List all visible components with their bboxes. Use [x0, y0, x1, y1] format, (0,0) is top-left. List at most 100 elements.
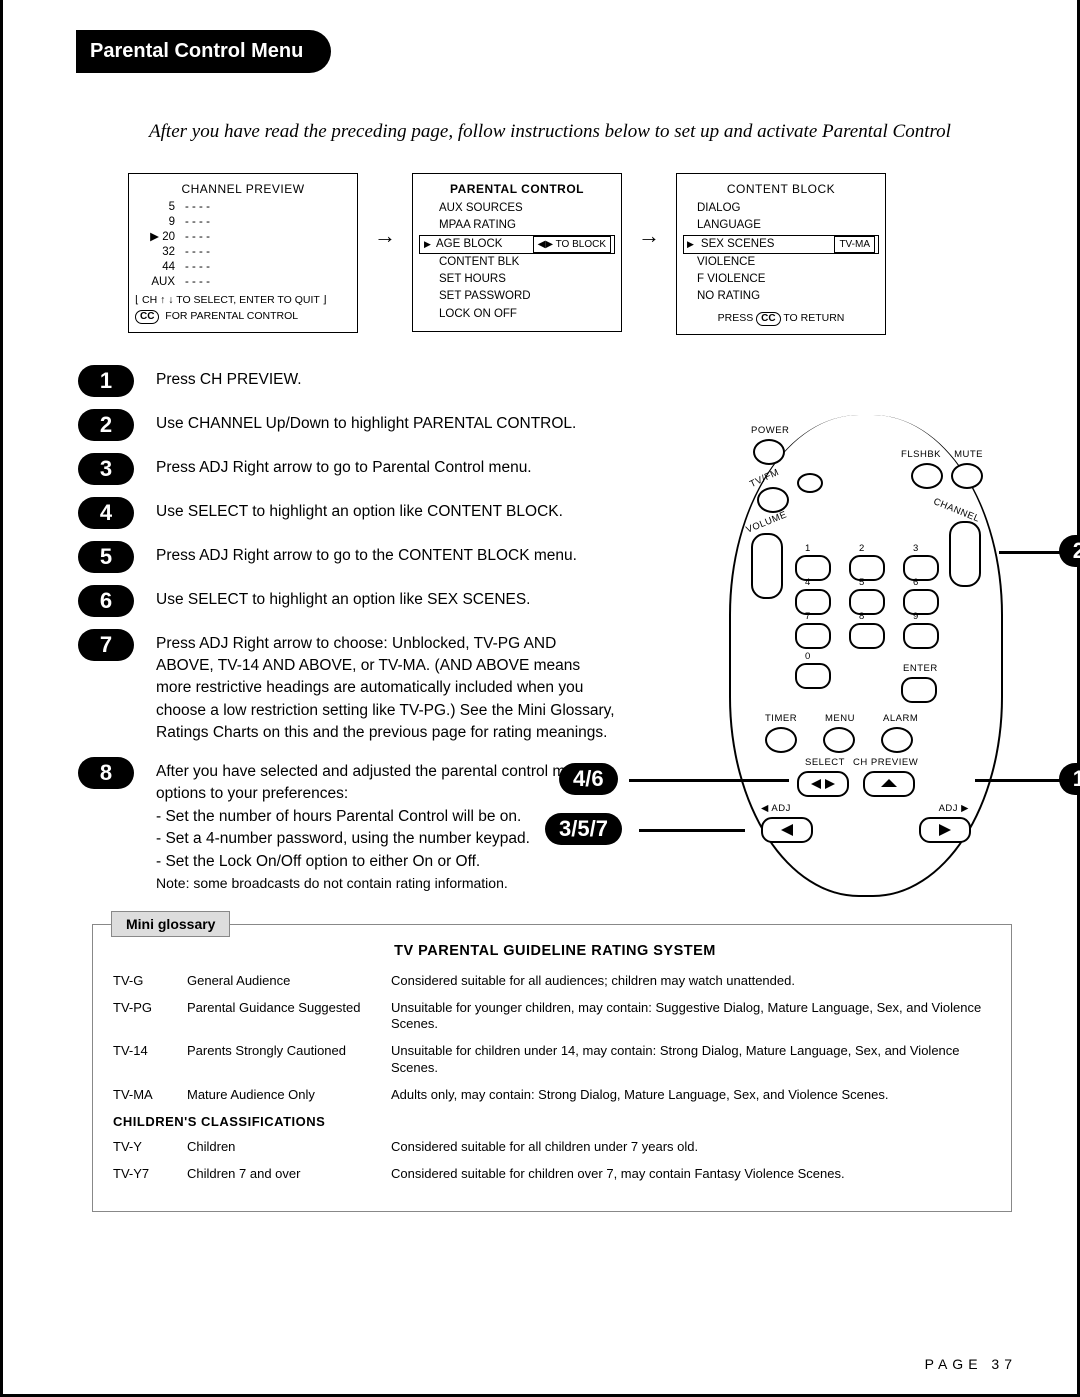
- adj-right-button[interactable]: [919, 817, 971, 843]
- step-number: 5: [78, 541, 134, 573]
- step-text: Use SELECT to highlight an option like C…: [156, 497, 563, 523]
- volume-label: VOLUME: [745, 509, 789, 535]
- parental-control-item: LOCK ON OFF: [419, 306, 615, 323]
- channel-preview-box: CHANNEL PREVIEW 5- - - -9- - - -▶ 20- - …: [128, 173, 358, 333]
- content-block-item: F VIOLENCE: [683, 271, 879, 288]
- timer-label: TIMER: [765, 713, 797, 724]
- callout-line: [639, 829, 745, 832]
- callout-line: [999, 551, 1061, 554]
- keypad-label: 6: [913, 577, 919, 588]
- channel-preview-row: AUX- - - -: [135, 275, 351, 290]
- alarm-label: ALARM: [883, 713, 918, 724]
- select-label: SELECT: [805, 757, 845, 768]
- callout-2: 2: [1059, 535, 1080, 567]
- cc-button[interactable]: [797, 473, 823, 493]
- remote-illustration: POWER FLSHBK MUTE TV/FM VOLUME CHANNEL E…: [649, 415, 1059, 915]
- glossary-row: TV-Y7Children 7 and overConsidered suita…: [113, 1166, 997, 1183]
- cb-footer: PRESS CC TO RETURN: [683, 312, 879, 326]
- parental-control-title: PARENTAL CONTROL: [419, 182, 615, 196]
- mini-glossary: Mini glossary TV PARENTAL GUIDELINE RATI…: [92, 924, 1012, 1212]
- timer-button[interactable]: [765, 727, 797, 753]
- channel-preview-row: 44- - - -: [135, 260, 351, 275]
- keypad-3-button[interactable]: [903, 555, 939, 581]
- menu-button[interactable]: [823, 727, 855, 753]
- step-number: 1: [78, 365, 134, 397]
- content-block-box: CONTENT BLOCK DIALOGLANGUAGESEX SCENESTV…: [676, 173, 886, 335]
- keypad-label: 3: [913, 543, 919, 554]
- parental-control-item: CONTENT BLK: [419, 254, 615, 271]
- alarm-button[interactable]: [881, 727, 913, 753]
- keypad-9-button[interactable]: [903, 623, 939, 649]
- channel-preview-title: CHANNEL PREVIEW: [135, 182, 351, 196]
- power-button[interactable]: [753, 439, 785, 465]
- content-block-item: LANGUAGE: [683, 217, 879, 234]
- step-text: Press CH PREVIEW.: [156, 365, 302, 391]
- mute-button[interactable]: [951, 463, 983, 489]
- intro-text: After you have read the preceding page, …: [98, 121, 1002, 143]
- glossary-row: TV-14Parents Strongly CautionedUnsuitabl…: [113, 1043, 997, 1077]
- keypad-2-button[interactable]: [849, 555, 885, 581]
- channel-rocker[interactable]: [949, 521, 981, 587]
- power-label: POWER: [751, 425, 789, 436]
- channel-label: CHANNEL: [932, 496, 981, 525]
- glossary-row: TV-YChildrenConsidered suitable for all …: [113, 1139, 997, 1156]
- step-number: 7: [78, 629, 134, 661]
- parental-control-item: MPAA RATING: [419, 217, 615, 234]
- select-button[interactable]: [797, 771, 849, 797]
- content-block-title: CONTENT BLOCK: [683, 182, 879, 196]
- step-text: Press ADJ Right arrow to go to Parental …: [156, 453, 532, 479]
- keypad-label: 0: [805, 651, 811, 662]
- step-text: Press ADJ Right arrow to go to the CONTE…: [156, 541, 577, 567]
- glossary-row: TV-GGeneral AudienceConsidered suitable …: [113, 973, 997, 990]
- keypad-1-button[interactable]: [795, 555, 831, 581]
- arrow-icon: →: [638, 173, 660, 249]
- keypad-label: 5: [859, 577, 865, 588]
- content-block-item: DIALOG: [683, 200, 879, 217]
- parental-control-item: AUX SOURCES: [419, 200, 615, 217]
- keypad-4-button[interactable]: [795, 589, 831, 615]
- keypad-label: 1: [805, 543, 811, 554]
- adj-left-button[interactable]: [761, 817, 813, 843]
- enter-button[interactable]: [901, 677, 937, 703]
- glossary-tab: Mini glossary: [111, 911, 230, 937]
- parental-control-item: SET HOURS: [419, 271, 615, 288]
- channel-preview-row: 32- - - -: [135, 245, 351, 260]
- keypad-0-button[interactable]: [795, 663, 831, 689]
- keypad-label: 8: [859, 611, 865, 622]
- content-block-item: SEX SCENESTV-MA: [683, 235, 879, 254]
- enter-label: ENTER: [903, 663, 938, 674]
- keypad-label: 2: [859, 543, 865, 554]
- step-number: 2: [78, 409, 134, 441]
- chprev-foot2: CC FOR PARENTAL CONTROL: [135, 310, 351, 324]
- page-number: PAGE 37: [925, 1356, 1017, 1372]
- step-text: Use CHANNEL Up/Down to highlight PARENTA…: [156, 409, 576, 435]
- flashback-button[interactable]: [911, 463, 943, 489]
- menu-label: MENU: [825, 713, 855, 724]
- manual-page: Parental Control Menu After you have rea…: [0, 0, 1080, 1397]
- step-text: Use SELECT to highlight an option like S…: [156, 585, 531, 611]
- step-number: 8: [78, 757, 134, 789]
- adj-right-label: ADJ ▶: [939, 803, 969, 814]
- keypad-7-button[interactable]: [795, 623, 831, 649]
- adj-left-label: ◀ ADJ: [761, 803, 791, 814]
- step-number: 4: [78, 497, 134, 529]
- volume-rocker[interactable]: [751, 533, 783, 599]
- chpreview-button[interactable]: [863, 771, 915, 797]
- keypad-label: 4: [805, 577, 811, 588]
- keypad-5-button[interactable]: [849, 589, 885, 615]
- channel-preview-row: 5- - - -: [135, 200, 351, 215]
- page-title: Parental Control Menu: [76, 30, 331, 73]
- callout-46: 4/6: [559, 763, 618, 795]
- parental-control-box: PARENTAL CONTROL AUX SOURCESMPAA RATINGA…: [412, 173, 622, 332]
- glossary-row: TV-PGParental Guidance SuggestedUnsuitab…: [113, 1000, 997, 1034]
- instruction-step: 1 Press CH PREVIEW.: [78, 365, 1022, 397]
- keypad-6-button[interactable]: [903, 589, 939, 615]
- flshbk-label: FLSHBK: [901, 449, 941, 460]
- step-number: 6: [78, 585, 134, 617]
- osd-diagrams: CHANNEL PREVIEW 5- - - -9- - - -▶ 20- - …: [128, 173, 992, 335]
- glossary-subhead: CHILDREN'S CLASSIFICATIONS: [113, 1114, 997, 1129]
- arrow-icon: →: [374, 173, 396, 249]
- callout-line: [975, 779, 1061, 782]
- keypad-8-button[interactable]: [849, 623, 885, 649]
- keypad-label: 9: [913, 611, 919, 622]
